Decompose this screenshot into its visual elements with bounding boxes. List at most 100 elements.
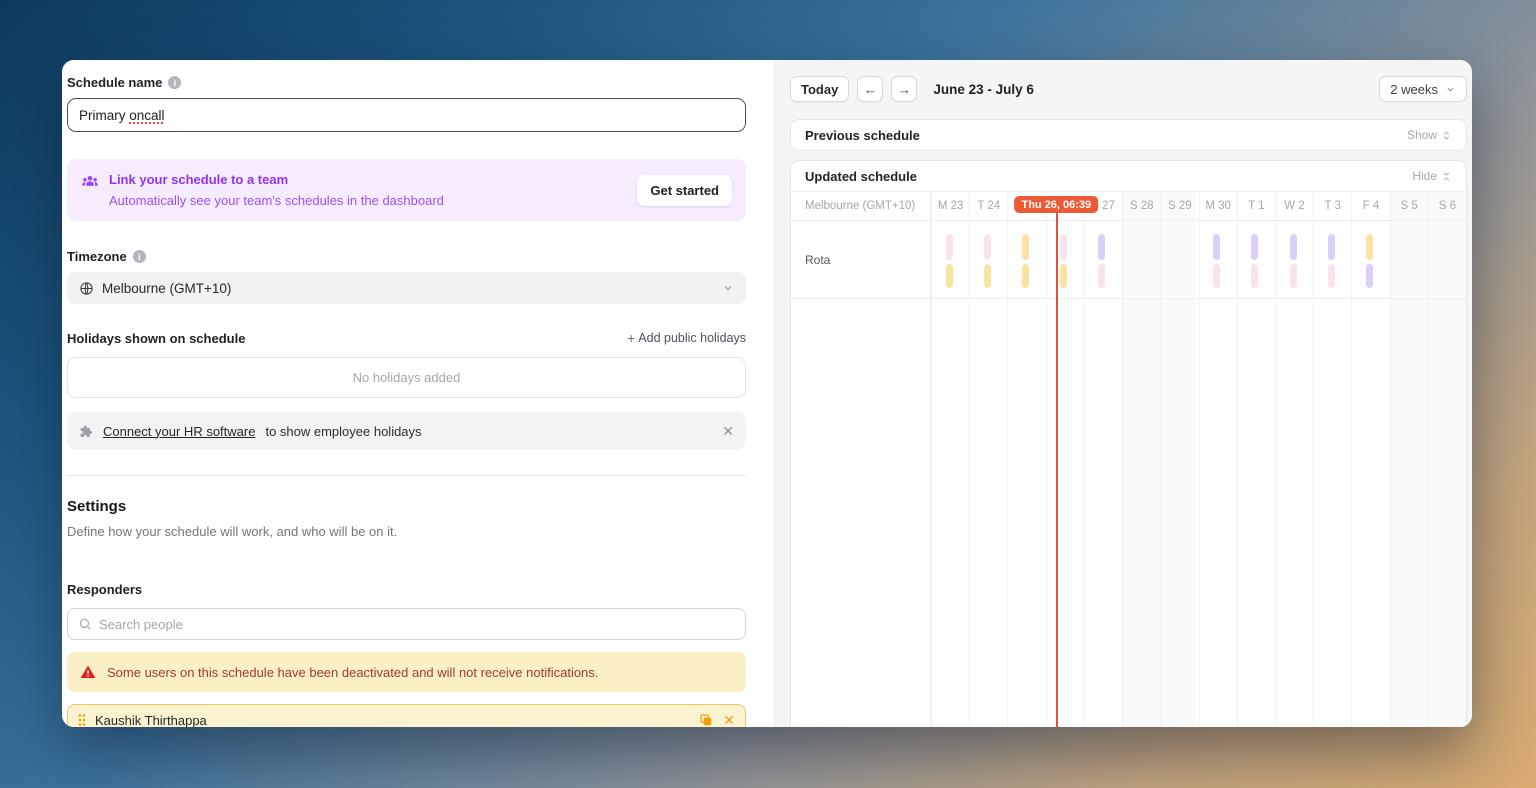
responder-row[interactable]: Kaushik Thirthappa ✕ [67,704,746,727]
schedule-editor-window: Schedule name i Primary oncall Link your… [62,60,1472,727]
link-team-subtitle: Automatically see your team's schedules … [109,193,627,208]
day-label: T 1 [1238,192,1275,220]
settings-title: Settings [67,498,746,515]
day-column-M-30[interactable]: M 30 [1199,192,1237,727]
arrow-right-icon: → [898,82,911,97]
duplicate-icon[interactable] [698,712,714,727]
day-column-S-29[interactable]: S 29 [1160,192,1198,727]
day-column-T-26[interactable]: T 26 [1046,192,1084,727]
responders-label: Responders [67,582,746,597]
globe-icon [79,281,94,296]
shift-bar-yellow[interactable] [1060,264,1067,288]
shift-bar-pink[interactable] [1060,234,1067,260]
shift-bar-pink[interactable] [1290,264,1297,288]
link-team-title: Link your schedule to a team [109,172,627,187]
shift-bar-pink[interactable] [1213,264,1220,288]
period-select[interactable]: 2 weeks [1379,76,1467,102]
updated-schedule-card: Updated schedule Hide Melbourne (GMT+10)… [790,160,1467,727]
deactivated-users-warning: Some users on this schedule have been de… [67,652,746,692]
info-icon[interactable]: i [168,76,181,89]
timezone-value: Melbourne (GMT+10) [102,281,231,296]
timezone-column: Melbourne (GMT+10) Rota [791,192,931,727]
shift-bar-yellow[interactable] [946,264,953,288]
search-people-input[interactable] [99,617,735,632]
day-column-T-24[interactable]: T 24 [969,192,1007,727]
shift-bar-purple[interactable] [1366,264,1373,288]
divider [67,475,746,476]
link-team-banner: Link your schedule to a team Automatical… [67,159,746,221]
day-column-M-23[interactable]: M 23 [931,192,969,727]
previous-schedule-card: Previous schedule Show [790,119,1467,151]
plus-icon: + [627,330,635,346]
day-column-S-5[interactable]: S 5 [1390,192,1428,727]
remove-responder-icon[interactable]: ✕ [723,712,735,728]
shift-bar-pink[interactable] [1098,264,1105,288]
team-icon [81,173,99,191]
day-column-T-3[interactable]: T 3 [1313,192,1351,727]
day-label: F 4 [1352,192,1389,220]
holidays-label: Holidays shown on schedule [67,331,245,346]
day-label: W 2 [1276,192,1313,220]
expand-icon [1441,130,1452,141]
shift-bar-purple[interactable] [1098,234,1105,260]
search-icon [78,617,92,631]
get-started-button[interactable]: Get started [637,175,732,206]
shift-bar-pink[interactable] [946,234,953,260]
calendar-header: Today ← → June 23 - July 6 2 weeks [790,76,1467,102]
shift-bar-pink[interactable] [1328,264,1335,288]
day-label: S 28 [1123,192,1160,220]
drag-handle-icon[interactable] [78,713,86,727]
shift-bar-yellow[interactable] [1022,264,1029,288]
shift-bar-purple[interactable] [1251,234,1258,260]
current-time-badge: Thu 26, 06:39 [1014,196,1098,213]
hr-software-notice: Connect your HR software to show employe… [67,412,746,450]
timeline-timezone-label: Melbourne (GMT+10) [791,192,930,220]
timezone-select[interactable]: Melbourne (GMT+10) [67,272,746,304]
responders-search[interactable] [67,608,746,640]
puzzle-icon [79,424,94,439]
show-previous-toggle[interactable]: Show [1407,128,1452,142]
day-column-F-4[interactable]: F 4 [1351,192,1389,727]
day-column-F-27[interactable]: F 27 [1084,192,1122,727]
day-label: S 29 [1161,192,1198,220]
shift-bar-yellow[interactable] [1366,234,1373,260]
next-period-button[interactable]: → [891,76,917,102]
timeline: Melbourne (GMT+10) Rota Thu 26, 06:39 M … [791,192,1466,727]
shift-bar-pink[interactable] [984,234,991,260]
day-label: T 3 [1314,192,1351,220]
info-icon[interactable]: i [133,250,146,263]
day-column-W-2[interactable]: W 2 [1275,192,1313,727]
day-label: S 6 [1429,192,1466,220]
today-button[interactable]: Today [790,76,849,102]
rota-row-label: Rota [805,253,830,267]
day-column-W-25[interactable]: W 25 [1007,192,1045,727]
responder-name: Kaushik Thirthappa [95,713,207,728]
schedule-name-input[interactable]: Primary oncall [67,98,746,132]
prev-period-button[interactable]: ← [857,76,883,102]
close-icon[interactable]: ✕ [722,424,734,438]
day-column-S-6[interactable]: S 6 [1428,192,1466,727]
shift-bar-yellow[interactable] [1022,234,1029,260]
day-column-S-28[interactable]: S 28 [1122,192,1160,727]
day-label: M 23 [932,192,969,220]
settings-description: Define how your schedule will work, and … [67,524,746,539]
schedule-form-pane: Schedule name i Primary oncall Link your… [62,60,775,727]
hide-updated-toggle[interactable]: Hide [1412,169,1452,183]
add-public-holidays-link[interactable]: + Add public holidays [627,330,746,346]
timezone-label: Timezone [67,249,127,264]
hr-notice-text: to show employee holidays [265,424,421,439]
shift-bar-yellow[interactable] [984,264,991,288]
connect-hr-link[interactable]: Connect your HR software [103,424,255,439]
chevron-down-icon [722,282,734,294]
shift-bar-purple[interactable] [1328,234,1335,260]
shift-bar-pink[interactable] [1251,264,1258,288]
holidays-empty-state: No holidays added [67,357,746,398]
date-range-label: June 23 - July 6 [933,82,1034,97]
day-label: T 24 [970,192,1007,220]
day-column-T-1[interactable]: T 1 [1237,192,1275,727]
shift-bar-purple[interactable] [1290,234,1297,260]
shift-bar-purple[interactable] [1213,234,1220,260]
previous-schedule-title: Previous schedule [805,128,920,143]
day-label: S 5 [1391,192,1428,220]
arrow-left-icon: ← [864,82,877,97]
